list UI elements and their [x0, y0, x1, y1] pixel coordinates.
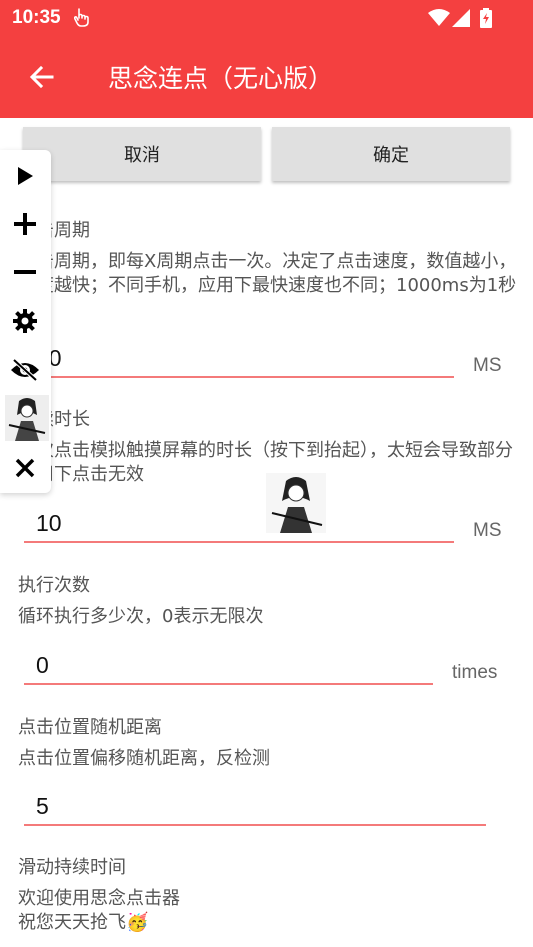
wifi-icon [428, 9, 450, 31]
avatar-thumbnail [5, 395, 49, 441]
signal-icon [452, 9, 472, 31]
page-title: 思念连点（无心版） [108, 64, 334, 93]
swipe-description-line1: 欢迎使用思念点击器 [18, 888, 180, 909]
plus-icon[interactable] [10, 209, 40, 239]
period-unit: MS [473, 355, 502, 376]
count-unit: times [452, 662, 498, 683]
random-description: 点击位置偏移随机距离，反检测 [18, 748, 270, 769]
close-icon[interactable] [10, 453, 40, 483]
status-bar: 10:35 [0, 0, 533, 37]
duration-value: 10 [36, 510, 62, 536]
random-label: 点击位置随机距离 [18, 717, 162, 738]
play-icon[interactable] [10, 161, 40, 191]
duration-input[interactable]: 10 [24, 503, 454, 543]
app-bar: 思念连点（无心版） [0, 37, 533, 118]
count-label: 执行次数 [18, 575, 90, 596]
eye-off-icon[interactable] [10, 355, 40, 385]
floating-control-bar [0, 150, 51, 493]
battery-icon [480, 8, 492, 32]
gear-icon[interactable] [10, 306, 40, 336]
count-description: 循环执行多少次，0表示无限次 [18, 606, 264, 627]
status-time: 10:35 [12, 7, 61, 28]
touch-hand-icon [73, 7, 90, 32]
confirm-button[interactable]: 确定 [272, 127, 510, 181]
swipe-label: 滑动持续时间 [18, 857, 126, 878]
minus-icon[interactable] [10, 257, 40, 287]
count-value: 0 [36, 652, 49, 678]
period-description: 点击周期，即每X周期点击一次。决定了点击速度，数值越小，速度越快；不同手机，应用… [18, 251, 517, 296]
random-value: 5 [36, 793, 49, 819]
back-arrow-icon[interactable] [26, 61, 58, 93]
floating-character-image[interactable] [266, 473, 326, 533]
duration-unit: MS [473, 520, 502, 541]
count-input[interactable]: 0 [24, 645, 433, 685]
swipe-description-line2: 祝您天天抢飞🥳 [18, 912, 149, 933]
random-input[interactable]: 5 [24, 786, 486, 826]
cancel-button[interactable]: 取消 [23, 127, 261, 181]
period-input[interactable]: 50 [24, 338, 454, 378]
